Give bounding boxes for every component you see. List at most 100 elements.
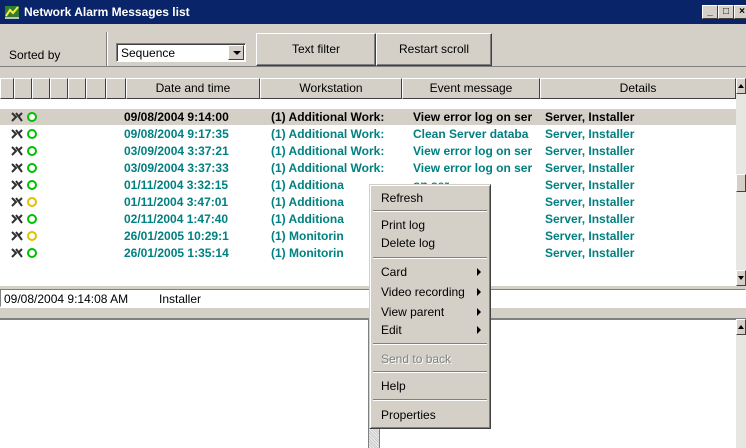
sort-dropdown[interactable]: Sequence: [116, 43, 246, 62]
submenu-arrow-icon: [477, 268, 481, 276]
icon-column-header[interactable]: [0, 78, 14, 99]
row-event: View error log on ser: [413, 144, 533, 158]
toolbar: Sorted by Sequence Text filter Restart s…: [0, 24, 746, 67]
icon-column-header[interactable]: [14, 78, 32, 99]
row-details: Server, Installer: [545, 195, 635, 209]
menu-separator: [373, 343, 487, 345]
submenu-arrow-icon: [477, 308, 481, 316]
table-row[interactable]: 09/08/2004 9:17:35 (1) Additional Work: …: [0, 126, 736, 142]
row-details: Server, Installer: [545, 144, 635, 158]
alarm-messages-window: Network Alarm Messages list _ □ × Sorted…: [0, 0, 746, 448]
menu-item-delete-log[interactable]: Delete log: [373, 235, 487, 252]
dropdown-arrow-icon[interactable]: [228, 45, 244, 60]
menu-item-edit[interactable]: Edit: [373, 322, 487, 339]
row-event: View error log on ser: [413, 161, 533, 175]
row-date: 26/01/2005 1:35:14: [124, 246, 229, 260]
row-details: Server, Installer: [545, 110, 635, 124]
network-app-icon: [5, 6, 19, 19]
title-bar[interactable]: Network Alarm Messages list _ □ ×: [0, 0, 746, 24]
details-column-header[interactable]: Details: [540, 78, 736, 99]
workstation-icon: [11, 146, 23, 156]
icon-column-header[interactable]: [106, 78, 126, 99]
table-row[interactable]: 26/01/2005 1:35:14 (1) Monitorin on ser …: [0, 245, 736, 261]
menu-item-video-recording[interactable]: Video recording: [373, 284, 487, 301]
row-details: Server, Installer: [545, 127, 635, 141]
icon-column-header[interactable]: [68, 78, 86, 99]
menu-item-label: Card: [381, 265, 408, 279]
minimize-button[interactable]: _: [702, 5, 718, 19]
workstation-icon: [11, 248, 23, 258]
table-row[interactable]: 03/09/2004 3:37:33 (1) Additional Work: …: [0, 160, 736, 176]
submenu-arrow-icon: [477, 326, 481, 334]
workstation-icon: [11, 163, 23, 173]
date-time-column-header[interactable]: Date and time: [126, 78, 260, 99]
context-menu: Refresh Print log Delete log Card Video …: [369, 184, 491, 429]
row-details: Server, Installer: [545, 178, 635, 192]
menu-separator: [373, 210, 487, 212]
row-date: 02/11/2004 1:47:40: [124, 212, 229, 226]
table-row[interactable]: 03/09/2004 3:37:21 (1) Additional Work: …: [0, 143, 736, 159]
row-date: 26/01/2005 10:29:1: [124, 229, 229, 243]
table-row[interactable]: 01/11/2004 3:32:15 (1) Additiona on ser …: [0, 177, 736, 193]
menu-item-label: Video recording: [381, 285, 465, 299]
row-details: Server, Installer: [545, 229, 635, 243]
menu-item-card[interactable]: Card: [373, 264, 487, 281]
row-date: 01/11/2004 3:47:01: [124, 195, 229, 209]
maximize-button[interactable]: □: [718, 5, 734, 19]
row-event: Clean Server databa: [413, 127, 529, 141]
row-date: 03/09/2004 3:37:21: [124, 144, 229, 158]
row-date: 09/08/2004 9:14:00: [124, 110, 229, 124]
menu-item-help[interactable]: Help: [373, 378, 487, 395]
workstation-icon: [11, 197, 23, 207]
list-scrollbar[interactable]: [736, 78, 746, 286]
status-dot-icon: [27, 180, 37, 190]
status-dot-icon: [27, 248, 37, 258]
status-user: Installer: [159, 292, 202, 306]
icon-column-header[interactable]: [32, 78, 50, 99]
row-date: 01/11/2004 3:32:15: [124, 178, 229, 192]
row-date: 03/09/2004 3:37:33: [124, 161, 229, 175]
scroll-thumb[interactable]: [736, 174, 746, 192]
status-dot-icon: [27, 146, 37, 156]
table-row[interactable]: 09/08/2004 9:14:00 (1) Additional Work: …: [0, 109, 736, 125]
alarm-list[interactable]: 09/08/2004 9:14:00 (1) Additional Work: …: [0, 99, 736, 286]
workstation-icon: [11, 129, 23, 139]
icon-column-header[interactable]: [50, 78, 68, 99]
status-dot-icon: [27, 163, 37, 173]
row-details: Server, Installer: [545, 246, 635, 260]
menu-item-view-parent[interactable]: View parent: [373, 304, 487, 321]
status-dot-icon: [27, 231, 37, 241]
table-row[interactable]: 01/11/2004 3:47:01 (1) Additiona on ser …: [0, 194, 736, 210]
window-title: Network Alarm Messages list: [24, 5, 190, 19]
menu-item-print-log[interactable]: Print log: [373, 217, 487, 234]
icon-column-header[interactable]: [86, 78, 106, 99]
row-workstation: (1) Additional Work:: [271, 110, 385, 124]
text-filter-button[interactable]: Text filter: [256, 33, 376, 66]
menu-item-properties[interactable]: Properties: [373, 407, 487, 424]
row-details: Server, Installer: [545, 161, 635, 175]
menu-separator: [373, 257, 487, 259]
restart-scroll-button[interactable]: Restart scroll: [376, 33, 492, 66]
event-message-column-header[interactable]: Event message: [402, 78, 540, 99]
status-dot-icon: [27, 129, 37, 139]
scroll-down-icon[interactable]: [736, 270, 746, 286]
detail-scrollbar[interactable]: [736, 319, 746, 448]
table-row[interactable]: 02/11/2004 1:47:40 (1) Additiona databa …: [0, 211, 736, 227]
workstation-column-header[interactable]: Workstation: [260, 78, 402, 99]
menu-separator: [373, 371, 487, 373]
table-row[interactable]: 26/01/2005 10:29:1 (1) Monitorin on ser …: [0, 228, 736, 244]
scroll-up-icon[interactable]: [736, 78, 746, 94]
menu-item-refresh[interactable]: Refresh: [373, 190, 487, 207]
status-dot-icon: [27, 214, 37, 224]
menu-item-label: View parent: [381, 305, 445, 319]
sorted-by-label: Sorted by: [9, 48, 61, 62]
row-workstation: (1) Additional Work:: [271, 144, 385, 158]
close-button[interactable]: ×: [734, 5, 746, 19]
scroll-up-icon[interactable]: [736, 319, 746, 335]
row-details: Server, Installer: [545, 212, 635, 226]
submenu-arrow-icon: [477, 288, 481, 296]
workstation-icon: [11, 231, 23, 241]
row-workstation: (1) Additional Work:: [271, 127, 385, 141]
menu-item-send-to-back: Send to back: [381, 352, 452, 366]
workstation-icon: [11, 112, 23, 122]
